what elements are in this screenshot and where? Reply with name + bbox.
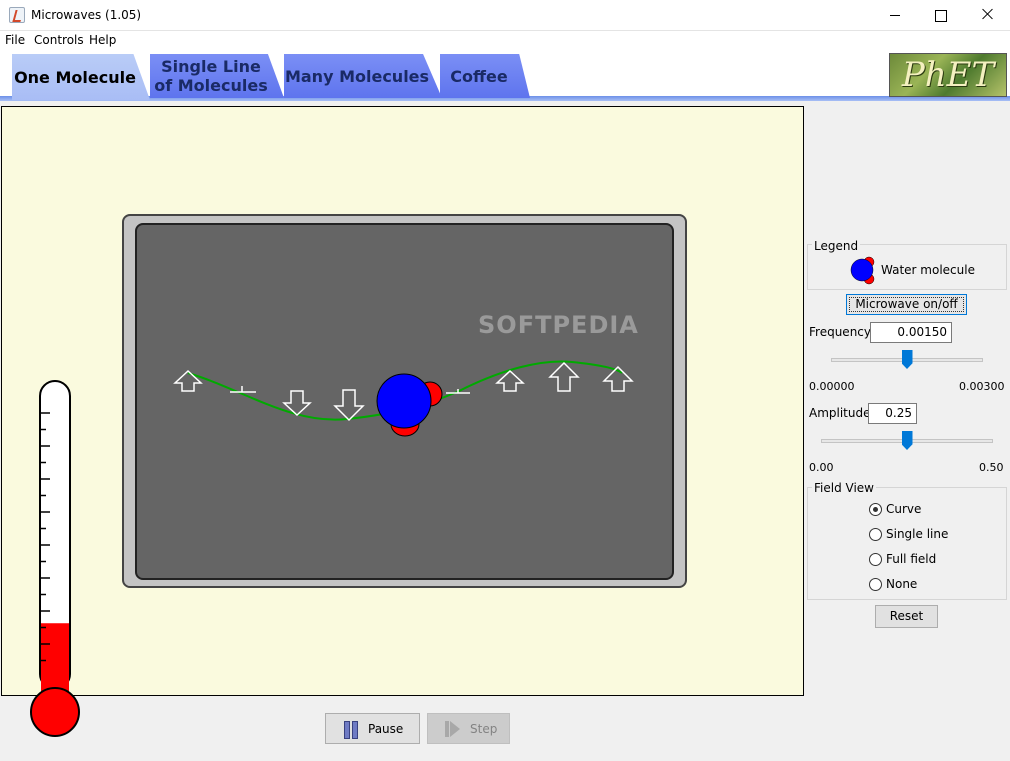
close-icon[interactable] (964, 0, 1010, 31)
frequency-min-label: 0.00000 (809, 380, 855, 393)
menu-help[interactable]: Help (89, 33, 116, 47)
frequency-input[interactable]: 0.00150 (870, 322, 952, 343)
amplitude-max-label: 0.50 (979, 461, 1004, 474)
field-arrow-up (495, 369, 525, 392)
tab-label: Single Line of Molecules (154, 57, 268, 95)
water-molecule[interactable] (376, 373, 443, 437)
window-title: Microwaves (1.05) (31, 8, 142, 22)
tab-single-line[interactable]: Single Line of Molecules (150, 54, 284, 98)
amplitude-label: Amplitude (809, 406, 871, 420)
legend-title: Legend (812, 239, 861, 253)
field-overlay (173, 360, 634, 437)
amplitude-input[interactable]: 0.25 (868, 403, 917, 424)
tab-many-molecules[interactable]: Many Molecules (284, 54, 442, 98)
pause-label: Pause (368, 722, 404, 736)
field-view-title: Field View (812, 481, 876, 495)
reset-button[interactable]: Reset (875, 605, 938, 628)
radio-label: None (886, 577, 918, 591)
simulation-canvas[interactable]: SOFTPEDIA (1, 106, 804, 737)
title-bar: Microwaves (1.05) (0, 0, 1010, 31)
tab-label: One Molecule (14, 67, 136, 87)
tab-label: Many Molecules (284, 66, 430, 86)
radio-label: Curve (886, 502, 922, 516)
field-arrow-up (548, 361, 580, 392)
menu-controls[interactable]: Controls (34, 33, 84, 47)
legend-water-molecule-label: Water molecule (881, 263, 975, 277)
tab-coffee[interactable]: Coffee (440, 54, 530, 98)
water-molecule-legend-icon (850, 256, 875, 285)
radio-button-icon[interactable] (869, 578, 882, 591)
radio-label: Single line (886, 527, 949, 541)
radio-button-icon[interactable] (869, 528, 882, 541)
step-icon (445, 721, 463, 737)
step-label: Step (470, 722, 498, 736)
radio-button-icon[interactable] (869, 553, 882, 566)
radio-button-icon[interactable] (869, 503, 882, 516)
pause-icon (344, 721, 358, 739)
menu-bar: File Controls Help (0, 31, 1010, 50)
field-arrow-down (333, 389, 365, 422)
minimize-icon[interactable] (872, 0, 918, 31)
pause-button[interactable]: Pause (325, 713, 420, 744)
step-button[interactable]: Step (427, 713, 510, 744)
microwave-on-off-button[interactable]: Microwave on/off (846, 294, 967, 315)
tab-label: Coffee (450, 66, 508, 86)
radio-label: Full field (886, 552, 937, 566)
java-cup-icon (9, 7, 25, 23)
amplitude-min-label: 0.00 (809, 461, 834, 474)
frequency-label: Frequency (809, 325, 871, 339)
oxygen-atom (376, 373, 432, 429)
menu-file[interactable]: File (5, 33, 25, 47)
maximize-icon[interactable] (918, 0, 964, 31)
phet-logo[interactable]: PhET (889, 53, 1007, 97)
frequency-max-label: 0.00300 (959, 380, 1005, 393)
tab-one-molecule[interactable]: One Molecule (12, 54, 150, 100)
